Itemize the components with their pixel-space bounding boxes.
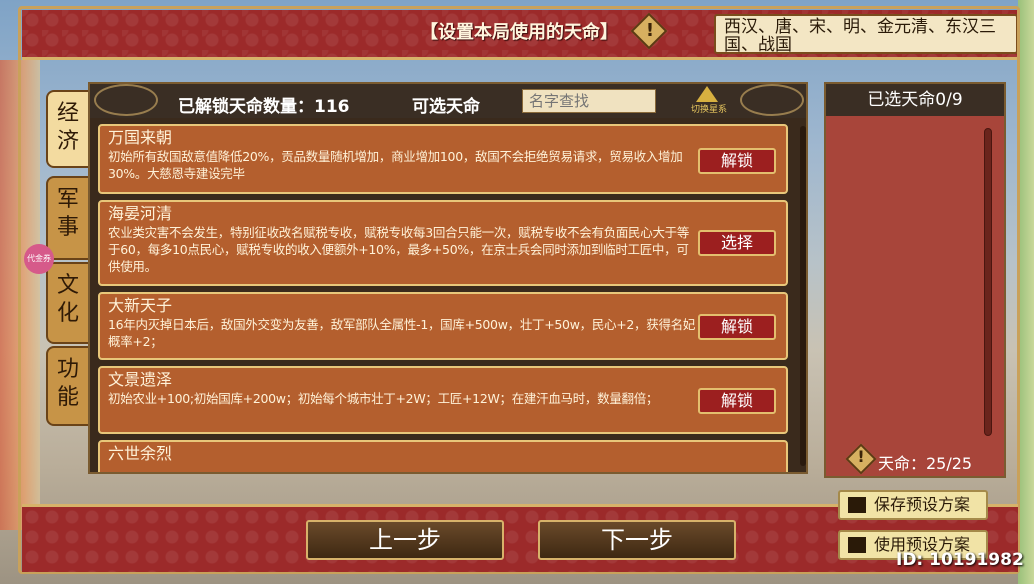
select-button[interactable]: 选择 xyxy=(698,230,776,256)
save-preset-label: 保存预设方案 xyxy=(874,495,971,514)
card-desc: 初始所有敌国敌意值降低20%，贡品数量随机增加，商业增加100，敌国不会拒绝贸易… xyxy=(108,149,683,181)
switch-era-button[interactable]: 切换星系 xyxy=(686,86,732,116)
selected-count: 已选天命0/9 xyxy=(826,84,1004,116)
card-title: 六世余烈 xyxy=(108,444,173,463)
tab-function[interactable]: 功能 xyxy=(46,346,90,426)
download-icon xyxy=(848,497,866,513)
upload-icon xyxy=(848,537,866,553)
card-desc: 初始农业+100;初始国库+200w；初始每个城市壮丁+2W；工匠+12W；在建… xyxy=(108,391,659,406)
list-item[interactable]: 万国来朝 初始所有敌国敌意值降低20%，贡品数量随机增加，商业增加100，敌国不… xyxy=(98,124,788,194)
tianming-count: 天命：25/25 xyxy=(878,454,973,473)
list-item[interactable]: 文景遗泽 初始农业+100;初始国库+200w；初始每个城市壮丁+2W；工匠+1… xyxy=(98,366,788,434)
card-desc: 16年内灭掉日本后，敌国外交变为友善，敌军部队全属性-1，国库+500w，壮丁+… xyxy=(108,317,696,349)
name-search-input[interactable] xyxy=(522,89,656,113)
card-desc: 农业类灾害不会发生，特别征收改名赋税专收，赋税专收每3回合只能一次，赋税专收不会… xyxy=(108,225,690,274)
player-id: ID: 10191982 xyxy=(896,550,1024,570)
card-title: 万国来朝 xyxy=(108,128,173,147)
unlock-button[interactable]: 解锁 xyxy=(698,388,776,414)
gem-icon xyxy=(696,86,718,102)
list-item[interactable]: 六世余烈 xyxy=(98,440,788,472)
card-title: 文景遗泽 xyxy=(108,370,173,389)
card-title: 海晏河清 xyxy=(108,204,173,223)
list-item[interactable]: 海晏河清 农业类灾害不会发生，特别征收改名赋税专收，赋税专收每3回合只能一次，赋… xyxy=(98,200,788,286)
cloud-ornament-icon xyxy=(740,84,804,116)
selectable-label: 可选天命 xyxy=(412,97,480,117)
prev-step-button[interactable]: 上一步 xyxy=(306,520,504,560)
unlock-button[interactable]: 解锁 xyxy=(698,314,776,340)
card-title: 大新天子 xyxy=(108,296,173,315)
tab-culture[interactable]: 文化 xyxy=(46,262,90,344)
list-scrollbar[interactable] xyxy=(800,126,806,466)
cloud-ornament-icon xyxy=(94,84,158,116)
switch-era-label: 切换星系 xyxy=(690,105,727,115)
tab-military[interactable]: 军事 xyxy=(46,176,90,260)
selected-scrollbar[interactable] xyxy=(984,128,992,436)
list-item[interactable]: 大新天子 16年内灭掉日本后，敌国外交变为友善，敌军部队全属性-1，国库+500… xyxy=(98,292,788,360)
main-header: 已解锁天命数量：116 可选天命 切换星系 xyxy=(90,84,806,118)
tab-economy[interactable]: 经济 xyxy=(46,90,90,168)
right-edge-art xyxy=(1018,0,1034,584)
save-preset-button[interactable]: 保存预设方案 xyxy=(838,490,988,520)
selected-panel: 已选天命0/9 ! 天命：25/25 xyxy=(824,82,1006,478)
tianming-list[interactable]: 万国来朝 初始所有敌国敌意值降低20%，贡品数量随机增加，商业增加100，敌国不… xyxy=(94,122,796,472)
unlock-button[interactable]: 解锁 xyxy=(698,148,776,174)
main-panel: 已解锁天命数量：116 可选天命 切换星系 万国来朝 初始所有敌国敌意值降低20… xyxy=(88,82,808,474)
exclamation-icon: ! xyxy=(857,447,865,466)
unlocked-count: 已解锁天命数量：116 xyxy=(178,97,350,117)
voucher-badge[interactable]: 代金券 xyxy=(24,244,54,274)
next-step-button[interactable]: 下一步 xyxy=(538,520,736,560)
